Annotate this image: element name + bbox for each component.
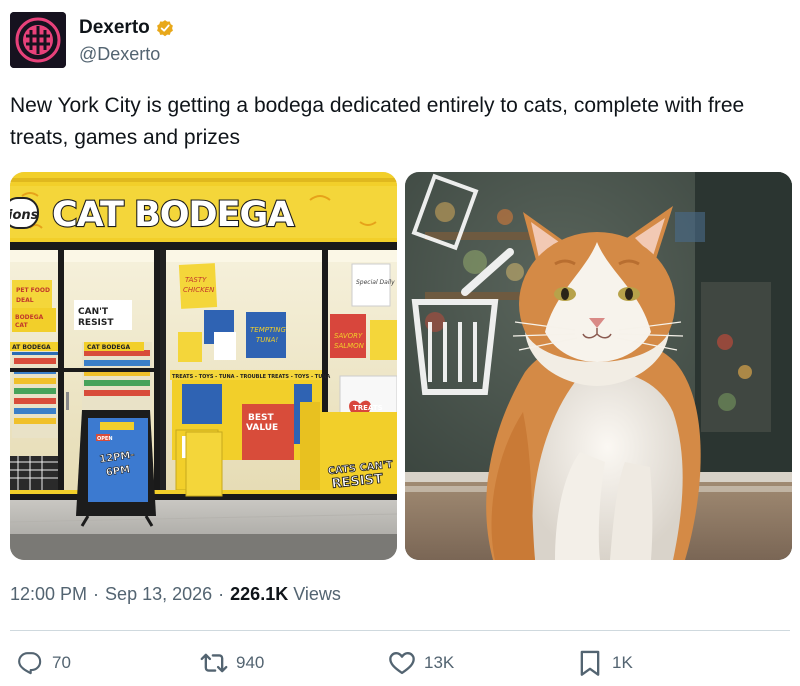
store-sign: CAT BODEGA bbox=[52, 195, 294, 235]
tweet-header: Dexerto @Dexerto bbox=[10, 12, 175, 68]
photo-cat-bodega-storefront[interactable]: ions CAT BODEGA PET FOOD DEAL BODEGA CAT… bbox=[10, 172, 397, 560]
reply-count: 70 bbox=[52, 653, 71, 672]
like-count: 13K bbox=[424, 653, 455, 672]
bookmark-icon bbox=[580, 650, 600, 676]
tweet-meta: 12:00 PM · Sep 13, 2026 · 226.1K Views bbox=[10, 584, 341, 605]
retweet-count: 940 bbox=[236, 653, 265, 672]
views-label[interactable]: Views bbox=[293, 584, 341, 605]
tweet-time[interactable]: 12:00 PM bbox=[10, 584, 87, 605]
action-bar: 70 940 13K 1K bbox=[10, 646, 790, 680]
heart-icon bbox=[389, 652, 415, 675]
svg-text:PET FOOD: PET FOOD bbox=[16, 287, 50, 294]
handle[interactable]: @Dexerto bbox=[79, 44, 175, 65]
svg-text:CAT BODEGA: CAT BODEGA bbox=[87, 344, 130, 351]
reply-icon bbox=[18, 652, 42, 675]
retweet-button[interactable]: 940 bbox=[200, 646, 264, 680]
dexerto-logo-icon bbox=[10, 12, 66, 68]
svg-text:DEAL: DEAL bbox=[16, 297, 34, 304]
svg-text:TUNA!: TUNA! bbox=[256, 336, 278, 344]
svg-text:TASTY: TASTY bbox=[185, 276, 207, 284]
views-count[interactable]: 226.1K bbox=[230, 584, 288, 605]
svg-text:SAVORY: SAVORY bbox=[334, 332, 363, 340]
svg-text:Special Daily: Special Daily bbox=[356, 279, 395, 286]
svg-text:OPEN: OPEN bbox=[97, 436, 113, 442]
bookmark-count: 1K bbox=[612, 653, 633, 672]
meta-separator: · bbox=[218, 584, 225, 604]
tweet-text: New York City is getting a bodega dedica… bbox=[10, 94, 745, 149]
svg-text:TREATS: TREATS bbox=[353, 404, 383, 412]
photo-orange-white-cat[interactable] bbox=[405, 172, 792, 560]
bookmark-button[interactable]: 1K bbox=[576, 646, 633, 680]
divider bbox=[10, 630, 790, 631]
svg-text:TREATS - TOYS - TUNA - TROUBLE: TREATS - TOYS - TUNA - TROUBLE TREATS - … bbox=[172, 374, 330, 380]
svg-text:CAT: CAT bbox=[15, 322, 29, 329]
gold-verified-badge-icon[interactable] bbox=[155, 18, 175, 38]
svg-text:BEST: BEST bbox=[248, 413, 274, 423]
svg-text:VALUE: VALUE bbox=[246, 423, 278, 433]
tweet-date[interactable]: Sep 13, 2026 bbox=[105, 584, 212, 605]
svg-text:SALMON: SALMON bbox=[334, 342, 365, 350]
retweet-icon bbox=[200, 653, 228, 673]
svg-text:AT BODEGA: AT BODEGA bbox=[12, 344, 51, 351]
display-name[interactable]: Dexerto bbox=[79, 17, 150, 39]
like-button[interactable]: 13K bbox=[388, 646, 454, 680]
reply-button[interactable]: 70 bbox=[16, 646, 71, 680]
meta-separator: · bbox=[93, 584, 100, 604]
avatar[interactable] bbox=[10, 12, 66, 68]
media-grid: ions CAT BODEGA PET FOOD DEAL BODEGA CAT… bbox=[10, 172, 792, 560]
svg-text:RESIST: RESIST bbox=[78, 318, 114, 328]
store-sign-fragment: ions bbox=[10, 208, 39, 223]
svg-text:CHICKEN: CHICKEN bbox=[183, 286, 215, 294]
svg-text:CAN'T: CAN'T bbox=[78, 307, 109, 317]
svg-text:TEMPTING: TEMPTING bbox=[250, 326, 287, 334]
svg-text:BODEGA: BODEGA bbox=[15, 314, 44, 321]
